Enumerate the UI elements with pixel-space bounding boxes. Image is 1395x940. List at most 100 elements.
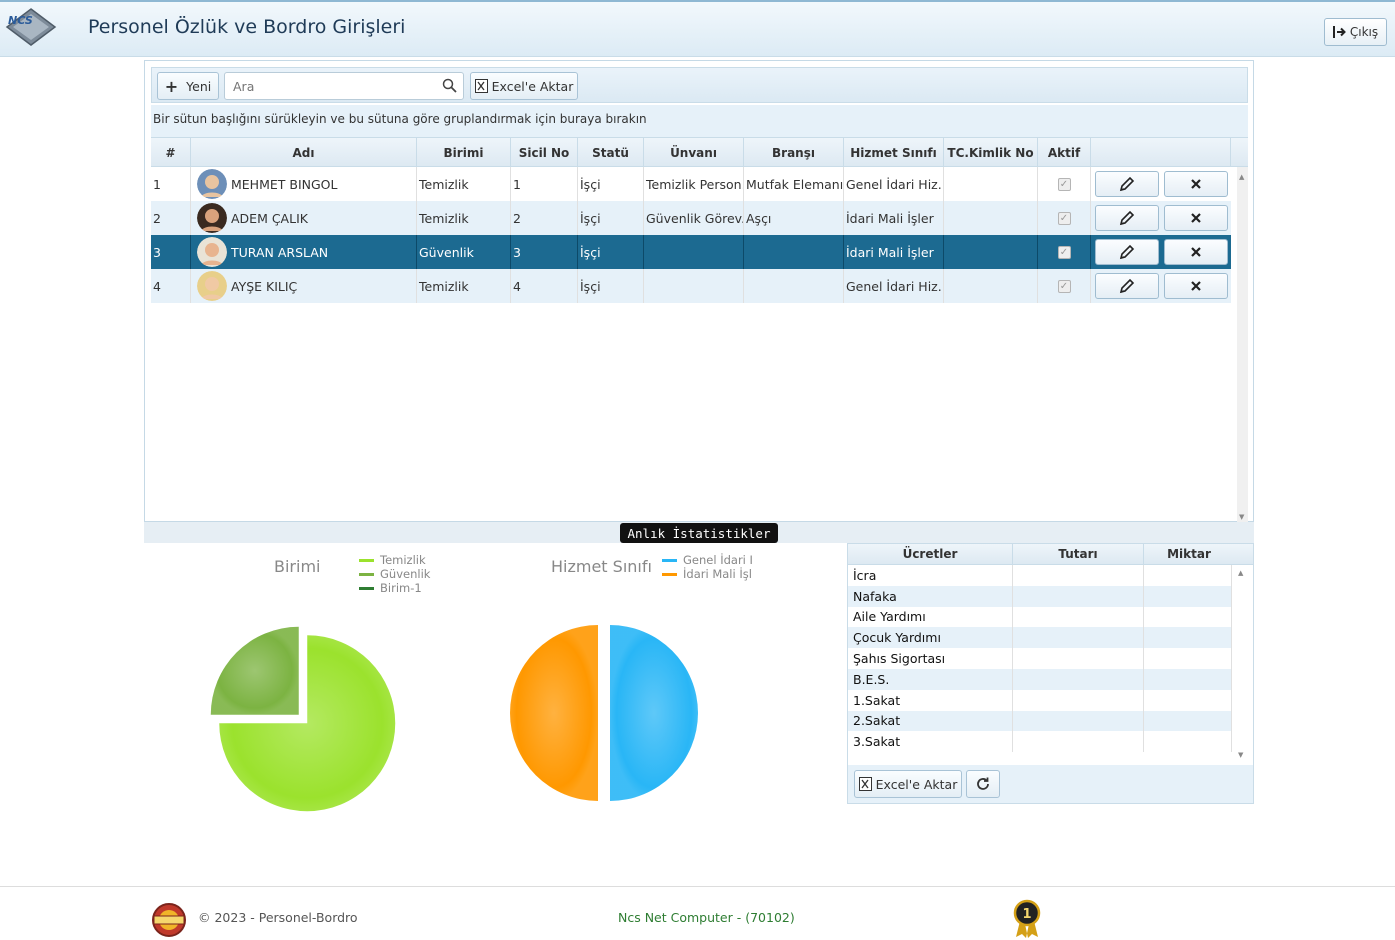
row-service-text: Genel İdari Hiz... [846, 176, 944, 192]
column-header-no[interactable]: # [151, 138, 191, 167]
row-service-text: Genel İdari Hiz... [846, 278, 944, 294]
wage-amount [1013, 731, 1144, 753]
column-header-status[interactable]: Statü [578, 138, 644, 167]
column-header-amount[interactable]: Tutarı [1013, 544, 1144, 564]
row-tc [944, 201, 1038, 235]
column-header-sicil[interactable]: Sicil No [511, 138, 578, 167]
scroll-up-arrow[interactable]: ▲ [1238, 569, 1243, 577]
pie-slice-i-dari-mali-i-şl[interactable] [510, 625, 598, 801]
active-checkbox[interactable]: ✓ [1057, 211, 1071, 225]
wage-row[interactable]: İcra [848, 565, 1232, 586]
award-badge-icon: 1 [1013, 899, 1041, 938]
wage-row[interactable]: Şahıs Sigortası [848, 648, 1232, 669]
row-branch-text: Mutfak Elemanı [746, 176, 844, 192]
column-header-unit[interactable]: Birimi [417, 138, 511, 167]
table-row[interactable]: 1 MEHMET BINGOL Temizlik 1 İşçi Temizlik Pers… [151, 167, 1231, 201]
wage-quantity [1144, 606, 1232, 628]
new-button[interactable]: + Yeni [157, 72, 219, 100]
legend-item[interactable]: Temizlik [359, 553, 426, 567]
column-header-active[interactable]: Aktif [1038, 138, 1091, 167]
column-header-service[interactable]: Hizmet Sınıfı [844, 138, 944, 167]
excel-export-button[interactable]: Excel'e Aktar [470, 72, 578, 100]
wage-name: Şahıs Sigortası [848, 648, 1013, 669]
column-header-branch[interactable]: Branşı [744, 138, 844, 167]
excel-icon [858, 777, 872, 791]
wage-row[interactable]: Aile Yardımı [848, 606, 1232, 628]
column-header-wage[interactable]: Ücretler [848, 544, 1013, 564]
wage-name: Aile Yardımı [848, 606, 1013, 628]
row-name: AYŞE KILIÇ [191, 269, 417, 303]
table-row[interactable]: 4 AYŞE KILIÇ Temizlik 4 İşçi Genel İdari Hiz.… [151, 269, 1231, 303]
svg-text:NCS: NCS [8, 14, 33, 27]
wages-excel-export-button[interactable]: Excel'e Aktar [854, 770, 962, 798]
edit-button[interactable] [1095, 239, 1159, 265]
edit-button[interactable] [1095, 171, 1159, 197]
scroll-down-arrow[interactable]: ▼ [1239, 513, 1244, 521]
row-no: 4 [151, 269, 191, 303]
pencil-icon [1119, 244, 1135, 260]
active-checkbox[interactable]: ✓ [1057, 245, 1071, 259]
edit-button[interactable] [1095, 205, 1159, 231]
wage-row[interactable]: B.E.S. [848, 669, 1232, 690]
row-unit-text: Temizlik [419, 210, 469, 226]
wage-name-text: 2.Sakat [853, 713, 901, 729]
logout-button[interactable]: Çıkış [1324, 18, 1387, 46]
wage-name-text: Çocuk Yardımı [853, 630, 941, 646]
wage-row[interactable]: Nafaka [848, 585, 1232, 607]
active-checkbox[interactable]: ✓ [1057, 177, 1071, 191]
group-by-panel[interactable]: Bir sütun başlığını sürükleyin ve bu süt… [151, 105, 1248, 137]
row-no: 3 [151, 235, 191, 269]
legend-swatch [662, 558, 677, 562]
wage-row[interactable]: 2.Sakat [848, 710, 1232, 732]
row-active: ✓ [1038, 167, 1091, 201]
refresh-button[interactable] [966, 770, 1000, 798]
stats-tab[interactable]: Anlık İstatistikler [620, 523, 778, 543]
wages-panel: Ücretler Tutarı Miktar İcra Nafaka Aile Ya… [847, 543, 1254, 804]
delete-button[interactable] [1164, 239, 1228, 265]
search-input[interactable] [225, 73, 425, 99]
wage-name-text: B.E.S. [853, 671, 890, 687]
row-sicil-text: 1 [513, 176, 521, 192]
grid-vertical-scrollbar[interactable]: ▲ ▼ [1237, 167, 1248, 523]
column-header-title[interactable]: Ünvanı [644, 138, 744, 167]
scroll-down-arrow[interactable]: ▼ [1238, 751, 1243, 759]
row-title [644, 235, 744, 269]
wage-row[interactable]: 1.Sakat [848, 689, 1232, 711]
refresh-icon [977, 777, 989, 790]
legend-item[interactable]: İdari Mali İşl [662, 567, 752, 581]
pie-slice-güvenlik[interactable] [210, 626, 299, 715]
legend-item[interactable]: Güvenlik [359, 567, 430, 581]
wage-row[interactable]: Çocuk Yardımı [848, 627, 1232, 649]
legend-item[interactable]: Birim-1 [359, 581, 422, 595]
scroll-up-arrow[interactable]: ▲ [1239, 173, 1244, 181]
legend-item[interactable]: Genel İdari I [662, 553, 753, 567]
row-no-text: 1 [153, 176, 161, 192]
new-label: Yeni [186, 78, 212, 94]
delete-button[interactable] [1164, 171, 1228, 197]
grid-header: # Adı Birimi Sicil No Statü Ünvanı Branş… [151, 137, 1248, 167]
wage-quantity [1144, 585, 1232, 607]
table-row[interactable]: 2 ADEM ÇALIK Temizlik 2 İşçi Güvenlik Görev..… [151, 201, 1231, 235]
row-status-text: İşçi [580, 278, 601, 294]
column-header-tc[interactable]: TC.Kimlik No [944, 138, 1038, 167]
row-sicil: 4 [511, 269, 578, 303]
row-status: İşçi [578, 269, 644, 303]
column-header-name[interactable]: Adı [191, 138, 417, 167]
wage-amount [1013, 669, 1144, 690]
pie-slice-genel-i-dari-i[interactable] [610, 625, 698, 801]
active-checkbox[interactable]: ✓ [1057, 279, 1071, 293]
table-row[interactable]: 3 TURAN ARSLAN Güvenlik 3 İşçi İdari Mali İşl… [151, 235, 1231, 269]
row-active: ✓ [1038, 269, 1091, 303]
row-no-text: 3 [153, 244, 161, 260]
wage-row[interactable]: 3.Sakat [848, 731, 1232, 753]
row-title [644, 269, 744, 303]
wages-vertical-scrollbar[interactable]: ▲ ▼ [1232, 565, 1253, 765]
delete-button[interactable] [1164, 273, 1228, 299]
delete-button[interactable] [1164, 205, 1228, 231]
search-icon[interactable] [442, 78, 457, 93]
row-no: 1 [151, 167, 191, 201]
edit-button[interactable] [1095, 273, 1159, 299]
row-branch: Mutfak Elemanı [744, 167, 844, 201]
row-status: İşçi [578, 167, 644, 201]
column-header-quantity[interactable]: Miktar [1144, 544, 1234, 564]
